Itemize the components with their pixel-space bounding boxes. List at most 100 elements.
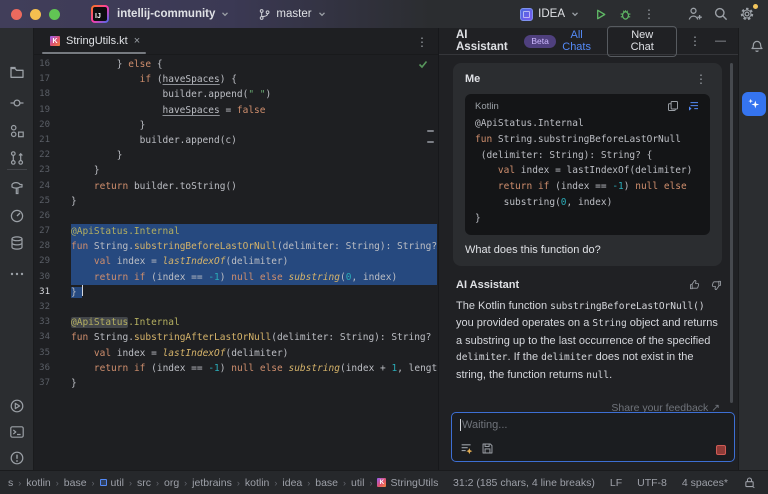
code-line-27[interactable]: 27 @ApiStatus.Internal [34,224,437,240]
code-line-28[interactable]: 28 fun String.substringBeforeLastOrNull(d… [34,239,437,255]
tab-stringutils-kt[interactable]: K StringUtils.kt × [38,28,150,54]
thumbs-down-icon[interactable] [710,279,722,291]
encoding-widget[interactable]: UTF-8 [637,477,667,489]
hide-panel-button[interactable]: — [711,35,730,47]
message-options-menu[interactable]: ⋮ [692,71,710,87]
notifications-button[interactable] [746,34,768,56]
breadcrumb-label: kotlin [26,476,51,489]
indent-widget[interactable]: 4 spaces* [682,477,728,489]
chat-history: Me ⋮ Kotlin @ApiStatus.Internal fun Stri… [439,55,738,412]
code-line-34[interactable]: 34 fun String.substringAfterLastOrNull(de… [34,330,437,345]
project-switcher[interactable]: intellij-community [111,5,236,23]
breadcrumb-item[interactable]: util [99,477,124,489]
code-line-16[interactable]: 16 } else { [34,57,437,72]
code-line-21[interactable]: 21 builder.append(c) [34,133,437,148]
code-editor[interactable]: 16 } else {17 if (haveSpaces) {18 builde… [34,55,437,470]
breadcrumb-item[interactable]: jetbrains [192,477,232,489]
code-line-22[interactable]: 22 } [34,148,437,163]
code-line-37[interactable]: 37} [34,376,437,391]
problems-tool-window-button[interactable] [9,450,25,466]
breadcrumb-item[interactable]: s [8,477,13,489]
chat-input[interactable]: Waiting... [451,412,735,462]
breadcrumb-item[interactable]: kotlin [26,477,51,489]
branch-switcher[interactable]: master [252,5,332,24]
chat-scrollbar[interactable] [730,63,733,403]
code-line-33[interactable]: 33 @ApiStatus.Internal [34,315,437,330]
breadcrumb-item[interactable]: util [351,477,364,489]
stop-generation-button[interactable] [716,445,726,455]
panel-options-menu[interactable]: ⋮ [686,33,704,49]
share-feedback-link[interactable]: Share your feedback ↗ [439,402,720,412]
code-line-30[interactable]: 30 return if (index == -1) null else sub… [34,269,437,285]
thumbs-up-icon[interactable] [689,279,701,291]
line-ending-widget[interactable]: LF [610,477,622,489]
tab-label: StringUtils.kt [66,35,128,47]
commit-tool-button[interactable] [9,95,25,111]
close-tab-icon[interactable]: × [134,35,140,47]
project-tool-button[interactable] [9,64,25,80]
breadcrumb-item[interactable]: base [64,477,87,489]
build-tool-button[interactable] [9,180,25,196]
editor-options-menu[interactable]: ⋮ [413,34,431,50]
code-line-23[interactable]: 23 } [34,163,437,178]
terminal-tool-window-button[interactable] [9,424,25,440]
run-configuration-selector[interactable]: IDEA [514,5,586,24]
breadcrumb-item[interactable]: src [137,477,151,489]
inspections-ok-icon[interactable] [418,59,428,69]
code-line-25[interactable]: 25} [34,194,437,209]
code-line-26[interactable]: 26 [34,209,437,224]
code-line-31[interactable]: 31} [34,284,437,300]
line-number: 25 [39,195,50,206]
code-line-17[interactable]: 17 if (haveSpaces) { [34,72,437,87]
inline-code: delimiter [456,352,508,364]
file-lock-icon[interactable] [743,476,756,489]
breadcrumb-label: base [63,476,87,489]
debug-button[interactable] [615,4,636,25]
code-line-35[interactable]: 35 val index = lastIndexOf(delimiter) [34,346,437,361]
search-everywhere-button[interactable] [710,3,732,25]
chat-code-line: @ApiStatus.Internal [475,118,584,129]
titlebar-actions: IDEA ⋮ [514,3,758,25]
database-tool-button[interactable] [9,235,25,251]
new-chat-button[interactable]: New Chat [607,25,677,57]
caret-position-widget[interactable]: 31:2 (185 chars, 4 line breaks) [453,477,595,489]
minimize-window-button[interactable] [30,8,41,20]
code-line-29[interactable]: 29 val index = lastIndexOf(delimiter) [34,254,437,270]
breadcrumb-item[interactable]: kotlin [245,477,270,489]
ai-panel-header: AI Assistant Beta All Chats New Chat ⋮ — [439,25,738,57]
close-window-button[interactable] [11,8,22,20]
gear-icon [740,7,754,21]
more-actions-menu[interactable]: ⋮ [640,6,658,22]
module-icon [99,479,107,486]
structure-tool-button[interactable] [9,123,25,139]
run-button[interactable] [590,4,611,25]
active-tab-underline [42,52,147,54]
profiler-tool-button[interactable] [9,208,25,224]
breadcrumb-item[interactable]: KStringUtils.kt [377,477,439,489]
breadcrumb-item[interactable]: idea [282,477,302,489]
code-line-20[interactable]: 20 } [34,118,437,133]
breadcrumb-separator: › [236,477,240,488]
more-tool-windows-button[interactable] [9,266,25,282]
breadcrumb-item[interactable]: org [164,477,179,489]
breadcrumb-item[interactable]: base [315,477,338,489]
code-line-19[interactable]: 19 haveSpaces = false [34,103,437,118]
right-tool-strip [738,28,768,470]
code-line-18[interactable]: 18 builder.append(" ") [34,87,437,102]
code-line-24[interactable]: 24 return builder.toString() [34,179,437,194]
inline-code: String [592,318,627,330]
settings-button[interactable] [736,3,758,25]
code-line-36[interactable]: 36 return if (index == -1) null else sub… [34,361,437,376]
insert-at-caret-icon[interactable] [687,100,700,112]
run-tool-window-button[interactable] [9,398,25,414]
code-line-32[interactable]: 32 [34,300,437,315]
all-chats-link[interactable]: All Chats [556,29,598,53]
prompt-library-icon[interactable] [460,442,473,455]
pull-requests-tool-button[interactable] [9,150,25,166]
save-prompt-icon[interactable] [481,442,494,455]
line-number: 18 [39,89,50,100]
code-with-me-button[interactable] [684,3,706,25]
copy-icon[interactable] [667,100,679,112]
ai-assistant-tool-button[interactable] [742,92,766,116]
maximize-window-button[interactable] [49,8,60,20]
